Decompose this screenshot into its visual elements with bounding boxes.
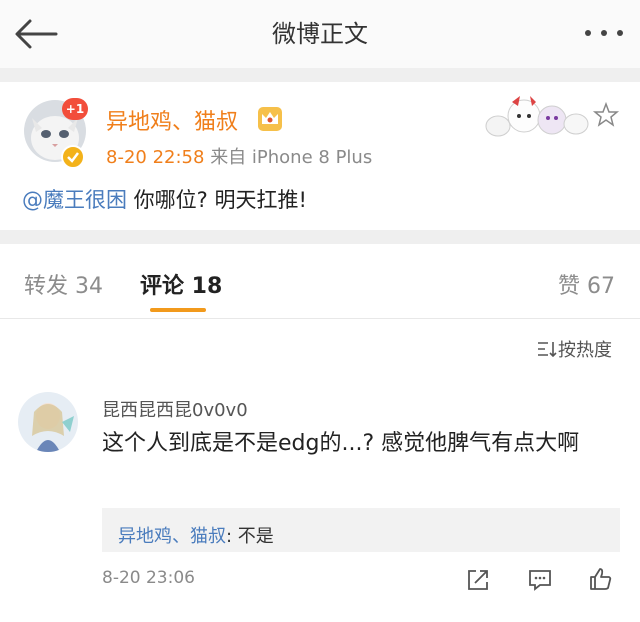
mention-link[interactable]: @魔王很困 <box>22 188 127 212</box>
tabs-divider <box>0 318 640 319</box>
sort-button[interactable]: 按热度 <box>536 336 612 362</box>
tab-comment[interactable]: 评论 18 <box>140 268 222 300</box>
divider-band <box>0 68 640 82</box>
back-arrow-icon[interactable] <box>14 18 58 50</box>
post-username[interactable]: 异地鸡、猫叔 <box>106 104 238 136</box>
active-tab-indicator <box>150 308 206 312</box>
post-body: 你哪位? 明天扛推! <box>127 188 307 212</box>
sort-icon <box>538 342 557 358</box>
reply-text: 异地鸡、猫叔: 不是 <box>118 522 274 548</box>
comment-username[interactable]: 昆西昆西昆0v0v0 <box>102 396 248 422</box>
tab-like[interactable]: 赞 67 <box>558 268 615 300</box>
comment-icon[interactable] <box>528 568 552 592</box>
post-text: @魔王很困 你哪位? 明天扛推! <box>22 184 307 214</box>
post-source: 来自 iPhone 8 Plus <box>210 147 373 168</box>
thumbs-up-icon[interactable] <box>588 566 614 592</box>
decoration-card-icon <box>485 96 620 137</box>
reply-body: : 不是 <box>226 526 274 547</box>
post-time: 8-20 22:58 <box>106 147 205 168</box>
comment-time: 8-20 23:06 <box>102 568 195 588</box>
tab-repost[interactable]: 转发 34 <box>24 268 103 300</box>
crown-icon <box>258 107 282 131</box>
sort-label: 按热度 <box>558 340 612 361</box>
more-dots-icon[interactable] <box>582 26 626 40</box>
divider-band <box>0 230 640 244</box>
reply-username[interactable]: 异地鸡、猫叔 <box>118 526 226 547</box>
comment-text: 这个人到底是不是edg的...? 感觉他脾气有点大啊 <box>102 431 580 456</box>
post-meta: 8-20 22:58 来自 iPhone 8 Plus <box>106 143 372 169</box>
page-title: 微博正文 <box>272 20 368 48</box>
share-icon[interactable] <box>466 568 490 592</box>
notification-badge: +1 <box>62 98 88 120</box>
avatar[interactable] <box>18 392 78 452</box>
verified-badge-icon <box>61 145 85 169</box>
